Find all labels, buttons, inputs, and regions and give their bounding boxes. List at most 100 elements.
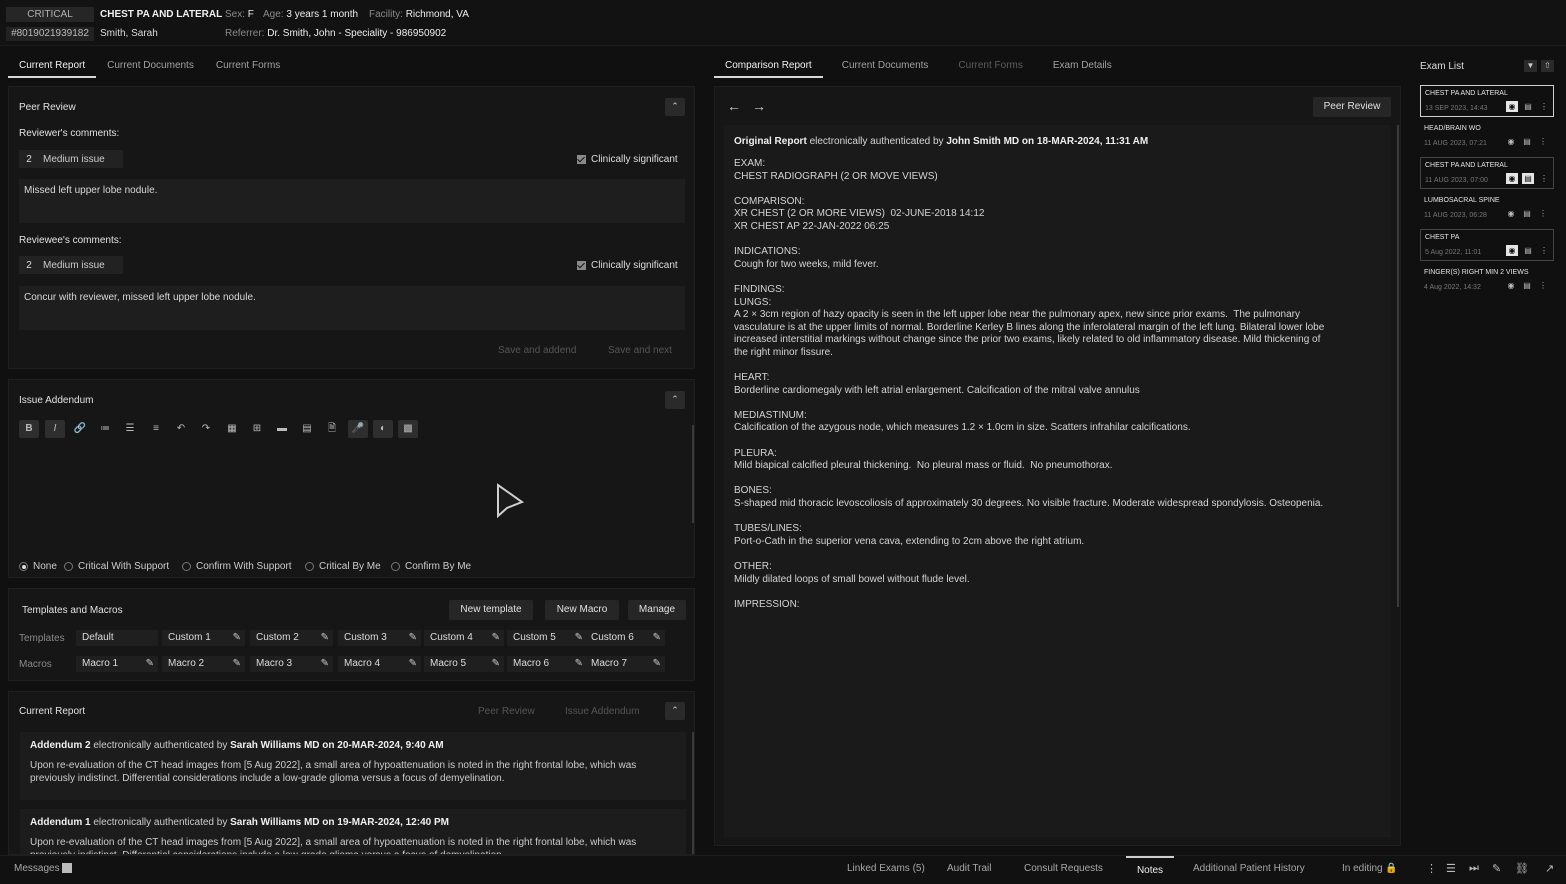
eye-icon[interactable]: ◉	[1506, 101, 1518, 112]
arrow-left-icon[interactable]: ←	[727, 98, 741, 114]
template-item[interactable]: Custom 3 ✎	[338, 630, 421, 646]
document-icon[interactable]: ▤	[1522, 101, 1534, 112]
edit-icon[interactable]: ✎	[233, 656, 241, 672]
arrow-right-icon[interactable]: →	[752, 98, 766, 114]
edit-icon[interactable]: ✎	[233, 630, 241, 646]
template-item[interactable]: Custom 6 ✎	[585, 630, 665, 646]
save-and-next-button[interactable]: Save and next	[608, 345, 672, 356]
template-item[interactable]: Custom 5 ✎	[507, 630, 587, 646]
new-template-button[interactable]: New template	[449, 600, 533, 620]
exam-list-item[interactable]: FINGER(S) RIGHT MIN 2 VIEWS 4 Aug 2022, 1…	[1420, 265, 1554, 297]
eye-icon[interactable]: ◉	[1505, 208, 1517, 219]
edit-icon[interactable]: ✎	[492, 630, 500, 646]
eye-icon[interactable]: ◉	[1506, 245, 1518, 256]
italic-button[interactable]: I	[45, 420, 65, 438]
more-icon[interactable]: ⋮	[1426, 862, 1437, 875]
notes-tab[interactable]: Notes	[1126, 856, 1174, 882]
peer-review-button[interactable]: Peer Review	[1313, 97, 1391, 117]
macro-item[interactable]: Macro 6 ✎	[507, 656, 587, 672]
macro-item[interactable]: Macro 1 ✎	[76, 656, 158, 672]
messages-button[interactable]: Messages	[14, 856, 73, 882]
option-none[interactable]: None	[19, 561, 57, 572]
reviewer-comment[interactable]: Missed left upper lobe nodule.	[19, 179, 685, 223]
exam-list-item[interactable]: CHEST PA AND LATERAL 13 SEP 2023, 14:43 ◉…	[1420, 85, 1554, 117]
document-icon[interactable]: ▤	[1522, 245, 1534, 256]
template-item[interactable]: Custom 4 ✎	[424, 630, 504, 646]
reviewee-severity-select[interactable]: 2 Medium issue	[19, 256, 123, 274]
edit-icon[interactable]: ✎	[653, 656, 661, 672]
table-icon[interactable]: ▦	[222, 420, 242, 438]
patient-history-tab[interactable]: Additional Patient History	[1193, 856, 1305, 882]
issue-addendum-link[interactable]: Issue Addendum	[565, 706, 640, 717]
tab-current-report[interactable]: Current Report	[8, 56, 97, 78]
document-icon[interactable]: ▤	[1521, 208, 1533, 219]
next-icon[interactable]: ⏭	[1469, 862, 1479, 875]
edit-icon[interactable]: ✎	[146, 656, 154, 672]
edit-icon[interactable]: ✎	[321, 656, 329, 672]
exam-list-item[interactable]: HEAD/BRAIN WO 11 AUG 2023, 07:21 ◉ ▤ ⋮	[1420, 121, 1554, 153]
edit-icon[interactable]: ✎	[575, 656, 583, 672]
option-critical-by-me[interactable]: Critical By Me	[305, 561, 381, 572]
reviewer-severity-select[interactable]: 2 Medium issue	[19, 150, 123, 168]
edit-icon[interactable]: ✎	[653, 630, 661, 646]
filter-icon[interactable]: ▼	[1524, 60, 1537, 72]
more-icon[interactable]: ⋮	[1537, 136, 1549, 147]
manage-button[interactable]: Manage	[628, 600, 686, 620]
edit-icon[interactable]: ✎	[321, 630, 329, 646]
edit-icon[interactable]: ✎	[409, 630, 417, 646]
tab-exam-details[interactable]: Exam Details	[1042, 56, 1123, 78]
more-icon[interactable]: ⋮	[1538, 245, 1550, 256]
audit-trail-tab[interactable]: Audit Trail	[947, 856, 991, 882]
option-confirm-by-me[interactable]: Confirm By Me	[391, 561, 471, 572]
document-search-icon[interactable]: 🗎	[322, 420, 342, 438]
more-icon[interactable]: ⋮	[1538, 173, 1550, 184]
peer-review-link[interactable]: Peer Review	[478, 706, 535, 717]
numbered-list-icon[interactable]: ≔	[95, 420, 115, 438]
tab-current-forms[interactable]: Current Forms	[947, 56, 1033, 78]
more-icon[interactable]: ⋮	[1537, 280, 1549, 291]
checklist-icon[interactable]: ☰	[1446, 862, 1456, 875]
eye-icon[interactable]: ◉	[1505, 136, 1517, 147]
editor-scrollbar[interactable]	[692, 425, 694, 523]
eye-icon[interactable]: ◉	[1506, 173, 1518, 184]
reviewer-clinically-significant-checkbox[interactable]: Clinically significant	[577, 154, 678, 165]
macro-item[interactable]: Macro 2 ✎	[162, 656, 245, 672]
undo-icon[interactable]: ↶	[171, 420, 191, 438]
template-item[interactable]: Custom 1 ✎	[162, 630, 245, 646]
option-critical-with-support[interactable]: Critical With Support	[64, 561, 169, 572]
reviewee-clinically-significant-checkbox[interactable]: Clinically significant	[577, 260, 678, 271]
exam-list-item[interactable]: CHEST PA AND LATERAL 11 AUG 2023, 07:00 ◉…	[1420, 157, 1554, 189]
link-icon[interactable]: ⛓	[1515, 862, 1529, 875]
bullet-list-icon[interactable]: ☰	[120, 420, 140, 438]
template-item[interactable]: Default	[76, 630, 158, 646]
redo-icon[interactable]: ↷	[196, 420, 216, 438]
new-macro-button[interactable]: New Macro	[545, 600, 619, 620]
save-and-addend-button[interactable]: Save and addend	[498, 345, 576, 356]
edit-icon[interactable]: ✎	[1492, 862, 1501, 875]
collapse-addendum-button[interactable]: ⌃	[665, 391, 685, 409]
reviewee-comment[interactable]: Concur with reviewer, missed left upper …	[19, 286, 685, 330]
more-icon[interactable]: ⋮	[1538, 101, 1550, 112]
document-icon[interactable]: ▤	[1521, 136, 1533, 147]
macro-item[interactable]: Macro 7 ✎	[585, 656, 665, 672]
divider-icon[interactable]: ▬	[272, 420, 292, 438]
tab-current-documents[interactable]: Current Documents	[831, 56, 940, 78]
tab-current-forms[interactable]: Current Forms	[205, 56, 291, 78]
exam-list-item[interactable]: LUMBOSACRAL SPINE 11 AUG 2023, 06:28 ◉ ▤ …	[1420, 193, 1554, 225]
dictation-icon[interactable]: ◐	[373, 420, 393, 438]
speech-settings-icon[interactable]: ▩	[398, 420, 418, 438]
align-icon[interactable]: ≡	[146, 420, 166, 438]
edit-icon[interactable]: ✎	[575, 630, 583, 646]
microphone-icon[interactable]: 🎤	[348, 420, 368, 438]
exam-list-item[interactable]: CHEST PA 5 Aug 2022, 11:01 ◉ ▤ ⋮	[1420, 229, 1554, 261]
tab-comparison-report[interactable]: Comparison Report	[714, 56, 823, 78]
bold-button[interactable]: B	[19, 420, 39, 438]
template-item[interactable]: Custom 2 ✎	[250, 630, 333, 646]
edit-icon[interactable]: ✎	[409, 656, 417, 672]
collapse-current-report-button[interactable]: ⌃	[665, 702, 685, 720]
edit-icon[interactable]: ✎	[492, 656, 500, 672]
addendum-editor[interactable]	[19, 444, 689, 554]
comparison-scrollbar[interactable]	[1397, 125, 1399, 607]
macro-item[interactable]: Macro 4 ✎	[338, 656, 421, 672]
grid-icon[interactable]: ⊞	[247, 420, 267, 438]
